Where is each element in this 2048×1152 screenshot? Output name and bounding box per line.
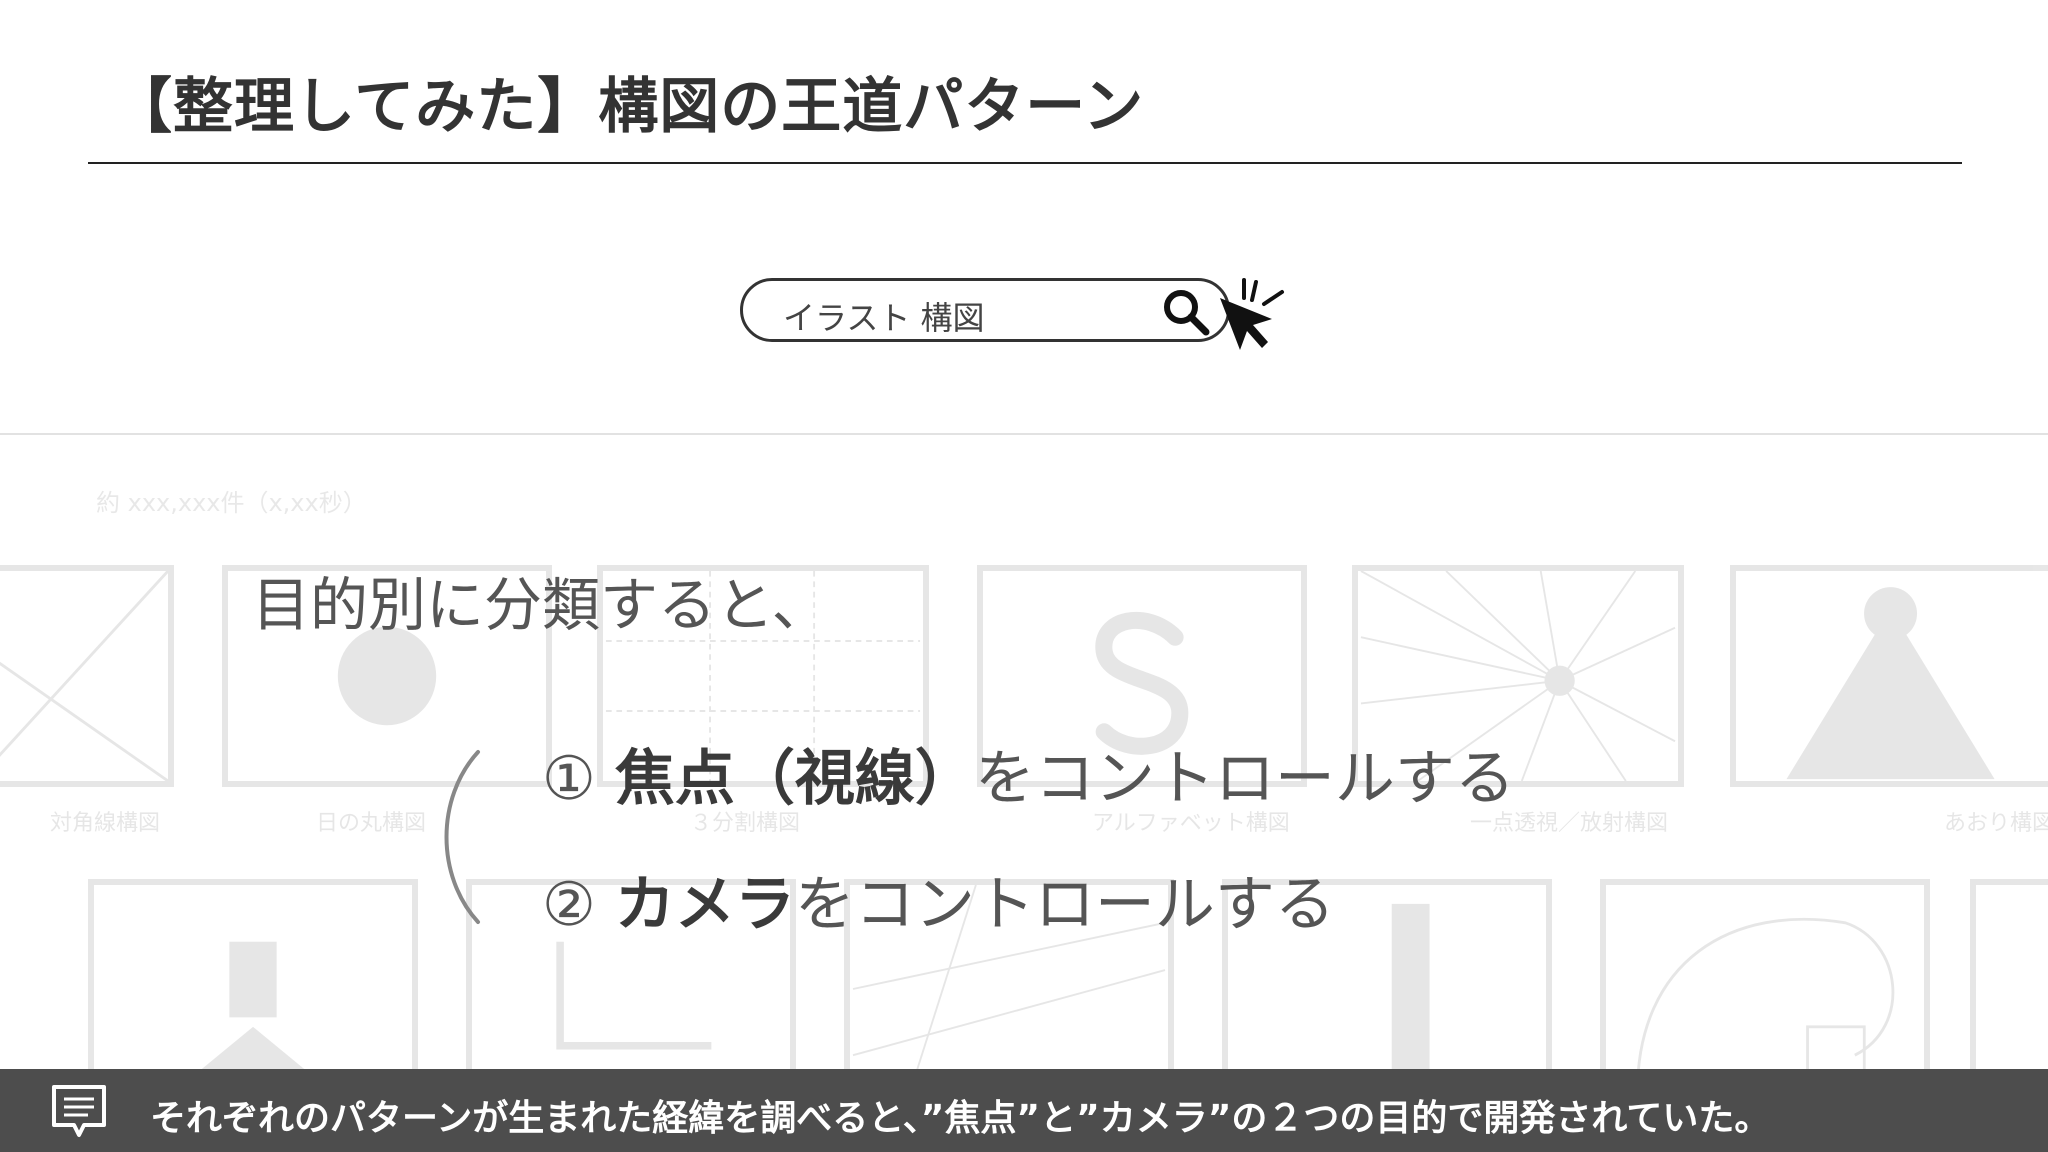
thumbnail-row2-5[interactable] <box>1600 879 1930 1099</box>
point-rest: をコントロールする <box>794 870 1335 940</box>
intro-text: 目的別に分類すると、 <box>252 571 830 639</box>
thumbnail-row2-6[interactable] <box>1970 879 2048 1099</box>
point-rest: をコントロールする <box>974 744 1515 814</box>
search-icon[interactable] <box>1160 286 1214 340</box>
search-query: イラスト 構図 <box>783 299 985 337</box>
cursor-click-icon <box>1220 278 1284 350</box>
thumbnail-row2-1[interactable] <box>88 879 418 1099</box>
point-keyword: カメラ <box>614 870 795 940</box>
search-bar[interactable]: イラスト 構図 <box>740 278 1230 342</box>
point-camera: ② カメラをコントロールする <box>542 856 1335 943</box>
thumbnail-caption: 対角線構図 <box>50 811 161 836</box>
comment-icon <box>52 1085 106 1137</box>
point-focus: ① 焦点（視線）をコントロールする <box>542 730 1515 817</box>
slide-title: 【整理してみた】構図の王道パターン <box>112 72 1145 142</box>
thumbnail-diagonal[interactable] <box>0 565 174 787</box>
caption-text: それぞれのパターンが生まれた経緯を調べると、”焦点”と”カメラ”の２つの目的で開… <box>150 1098 1771 1139</box>
point-number: ① <box>542 744 596 814</box>
grouping-bracket <box>444 750 480 924</box>
point-keyword: 焦点（視線） <box>614 744 975 814</box>
title-divider <box>88 162 1962 164</box>
thumbnail-caption: あおり構図 <box>1944 811 2048 836</box>
result-count: 約 xxx,xxx件（x,xx秒） <box>96 489 367 517</box>
thumbnail-aori[interactable] <box>1730 565 2048 787</box>
point-number: ② <box>542 870 596 940</box>
caption-bar: それぞれのパターンが生まれた経緯を調べると、”焦点”と”カメラ”の２つの目的で開… <box>0 1069 2048 1152</box>
thumbnail-caption: 日の丸構図 <box>316 811 427 836</box>
